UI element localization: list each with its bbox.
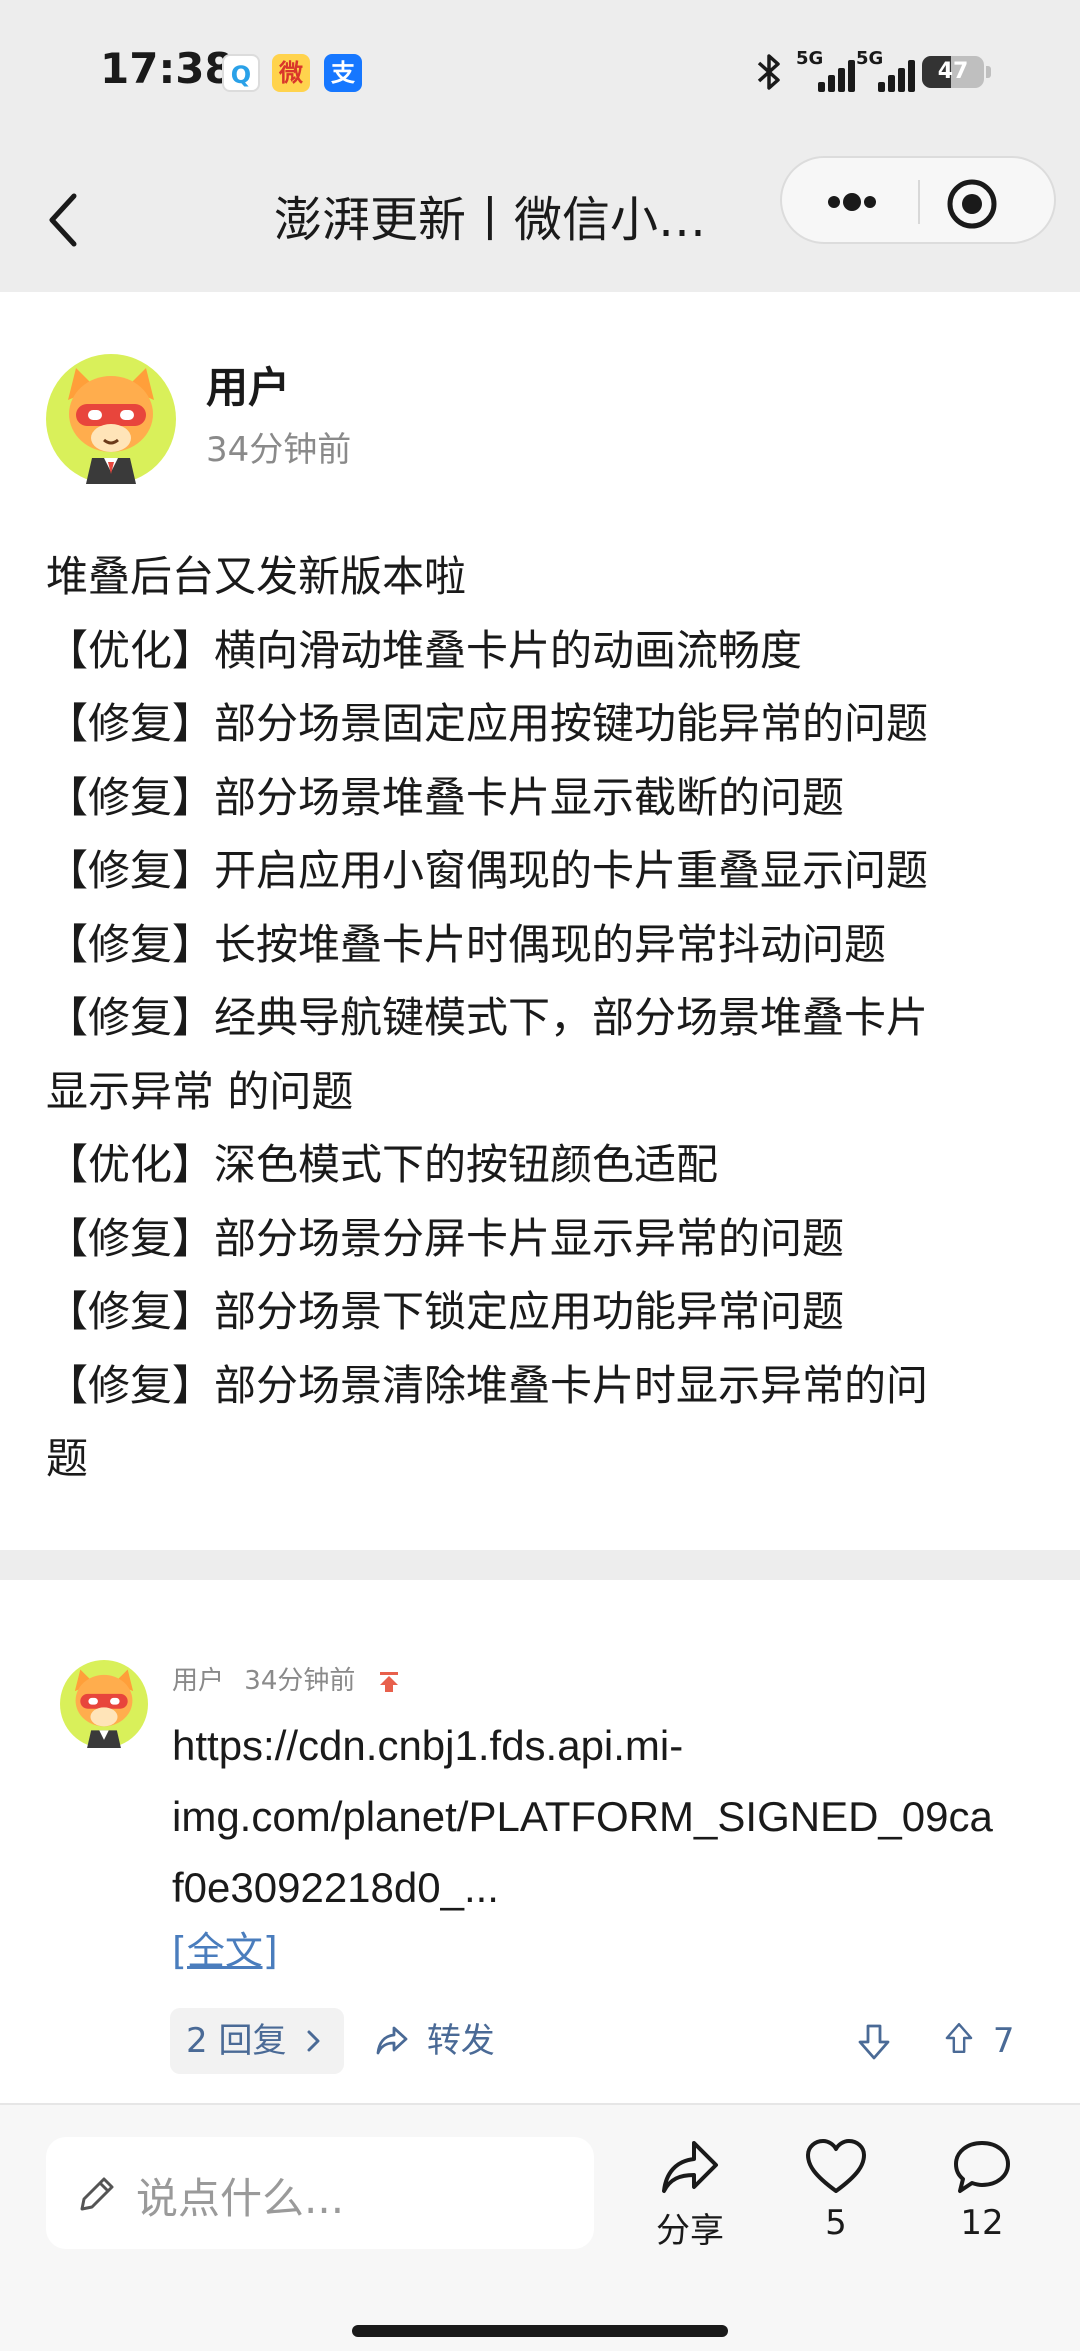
view-replies-button[interactable]: 2 回复	[170, 2008, 344, 2074]
upvote-button[interactable]: 7	[940, 2008, 1014, 2074]
mini-program-capsule	[780, 156, 1056, 244]
comment-input-placeholder: 说点什么...	[136, 2174, 345, 2223]
signal-icon: 5G	[856, 48, 916, 92]
chevron-left-icon	[49, 193, 77, 247]
back-button[interactable]	[36, 180, 96, 260]
comments-button[interactable]: 12	[922, 2137, 1042, 2243]
post-content: 堆叠后台又发新版本啦 【优化】横向滑动堆叠卡片的动画流畅度 【修复】部分场景固定…	[46, 540, 1036, 1496]
section-divider	[0, 1550, 1080, 1580]
target-icon	[947, 179, 997, 229]
arrow-down-icon	[858, 2024, 890, 2060]
post-line: 【优化】深色模式下的按钮颜色适配	[46, 1140, 719, 1189]
status-indicators: 5G 5G 47	[664, 48, 991, 101]
post-line: 显示异常 的问题	[46, 1066, 354, 1116]
bluetooth-icon	[754, 52, 784, 101]
signal-icon: 5G	[796, 48, 856, 92]
author-name[interactable]: 用户	[206, 354, 290, 415]
share-arrow-icon	[662, 2141, 718, 2193]
post-line: 【修复】部分场景堆叠卡片显示截断的问题	[46, 772, 845, 822]
comment-input[interactable]: 说点什么...	[46, 2137, 594, 2249]
post-line: 【修复】部分场景下锁定应用功能异常问题	[46, 1287, 845, 1336]
page-title: 澎湃更新丨微信小…	[273, 192, 706, 248]
comment-item: 用户 34分钟前 https://cdn.cnbj1.fds.api.mi- i…	[0, 1580, 1080, 2100]
comment-author[interactable]: 用户	[172, 1666, 224, 1696]
replies-label: 2 回复	[186, 2021, 287, 2061]
post-line: 【修复】部分场景分屏卡片显示异常的问题	[46, 1213, 845, 1263]
post-line: 【优化】横向滑动堆叠卡片的动画流畅度	[46, 625, 803, 675]
network-type-label: 5G	[856, 48, 884, 69]
comment-count: 12	[960, 2203, 1004, 2243]
battery-level: 47	[937, 59, 969, 84]
share-button[interactable]: 分享	[630, 2137, 750, 2252]
weibo-icon: 微	[272, 54, 310, 92]
upvote-count: 7	[992, 2021, 1015, 2061]
navigation-bar: 澎湃更新丨微信小…	[0, 150, 1080, 292]
comment-meta: 用户 34分钟前	[172, 1660, 402, 1697]
post-line: 题	[46, 1434, 89, 1483]
post-time: 34分钟前	[206, 430, 352, 470]
like-button[interactable]: 5	[776, 2137, 896, 2243]
more-button[interactable]	[812, 178, 892, 226]
status-time: 17:38	[100, 44, 234, 93]
like-count: 5	[825, 2203, 847, 2243]
home-indicator[interactable]	[352, 2325, 728, 2337]
post-line: 【修复】经典导航键模式下，部分场景堆叠卡片	[46, 993, 929, 1042]
qq-browser-icon: Q	[222, 54, 260, 92]
more-dots-icon	[828, 193, 876, 211]
arrow-up-icon	[945, 2022, 973, 2054]
network-type-label: 5G	[796, 48, 824, 69]
post-line: 【修复】开启应用小窗偶现的卡片重叠显示问题	[46, 846, 929, 895]
heart-icon	[806, 2139, 866, 2193]
comment-text: https://cdn.cnbj1.fds.api.mi- img.com/pl…	[172, 1722, 993, 1911]
avatar-illustration	[46, 354, 176, 484]
avatar[interactable]	[46, 354, 176, 484]
capsule-divider	[918, 180, 920, 224]
share-label: 分享	[656, 2211, 724, 2251]
post-line: 【修复】部分场景固定应用按键功能异常的问题	[46, 699, 929, 748]
comment-time: 34分钟前	[244, 1666, 356, 1696]
post-line: 堆叠后台又发新版本啦	[46, 552, 467, 601]
full-text-link[interactable]: [全文]	[172, 1920, 278, 1975]
status-bar: 17:38 Q 微 支 5G 5G 47	[0, 0, 1080, 150]
avatar-illustration	[60, 1660, 148, 1748]
post-line: 【修复】部分场景清除堆叠卡片时显示异常的问	[46, 1360, 929, 1410]
forward-label: 转发	[426, 2021, 495, 2061]
forward-button[interactable]: 转发	[374, 2008, 495, 2074]
close-miniprogram-button[interactable]	[944, 176, 1000, 232]
downvote-button[interactable]	[852, 2020, 896, 2064]
pin-top-icon	[379, 1671, 398, 1692]
bottom-action-bar: 说点什么... 分享 5 12	[0, 2103, 1080, 2351]
post-line: 【修复】长按堆叠卡片时偶现的异常抖动问题	[46, 919, 887, 969]
chevron-right-icon	[307, 2030, 320, 2052]
speech-bubble-icon	[954, 2141, 1010, 2193]
alipay-icon: 支	[324, 54, 362, 92]
avatar[interactable]	[60, 1660, 148, 1748]
battery-icon: 47	[922, 56, 991, 88]
pencil-icon	[80, 2177, 114, 2211]
post: 用户 34分钟前 堆叠后台又发新版本啦 【优化】横向滑动堆叠卡片的动画流畅度 【…	[0, 292, 1080, 1550]
forward-arrow-icon	[376, 2026, 408, 2055]
